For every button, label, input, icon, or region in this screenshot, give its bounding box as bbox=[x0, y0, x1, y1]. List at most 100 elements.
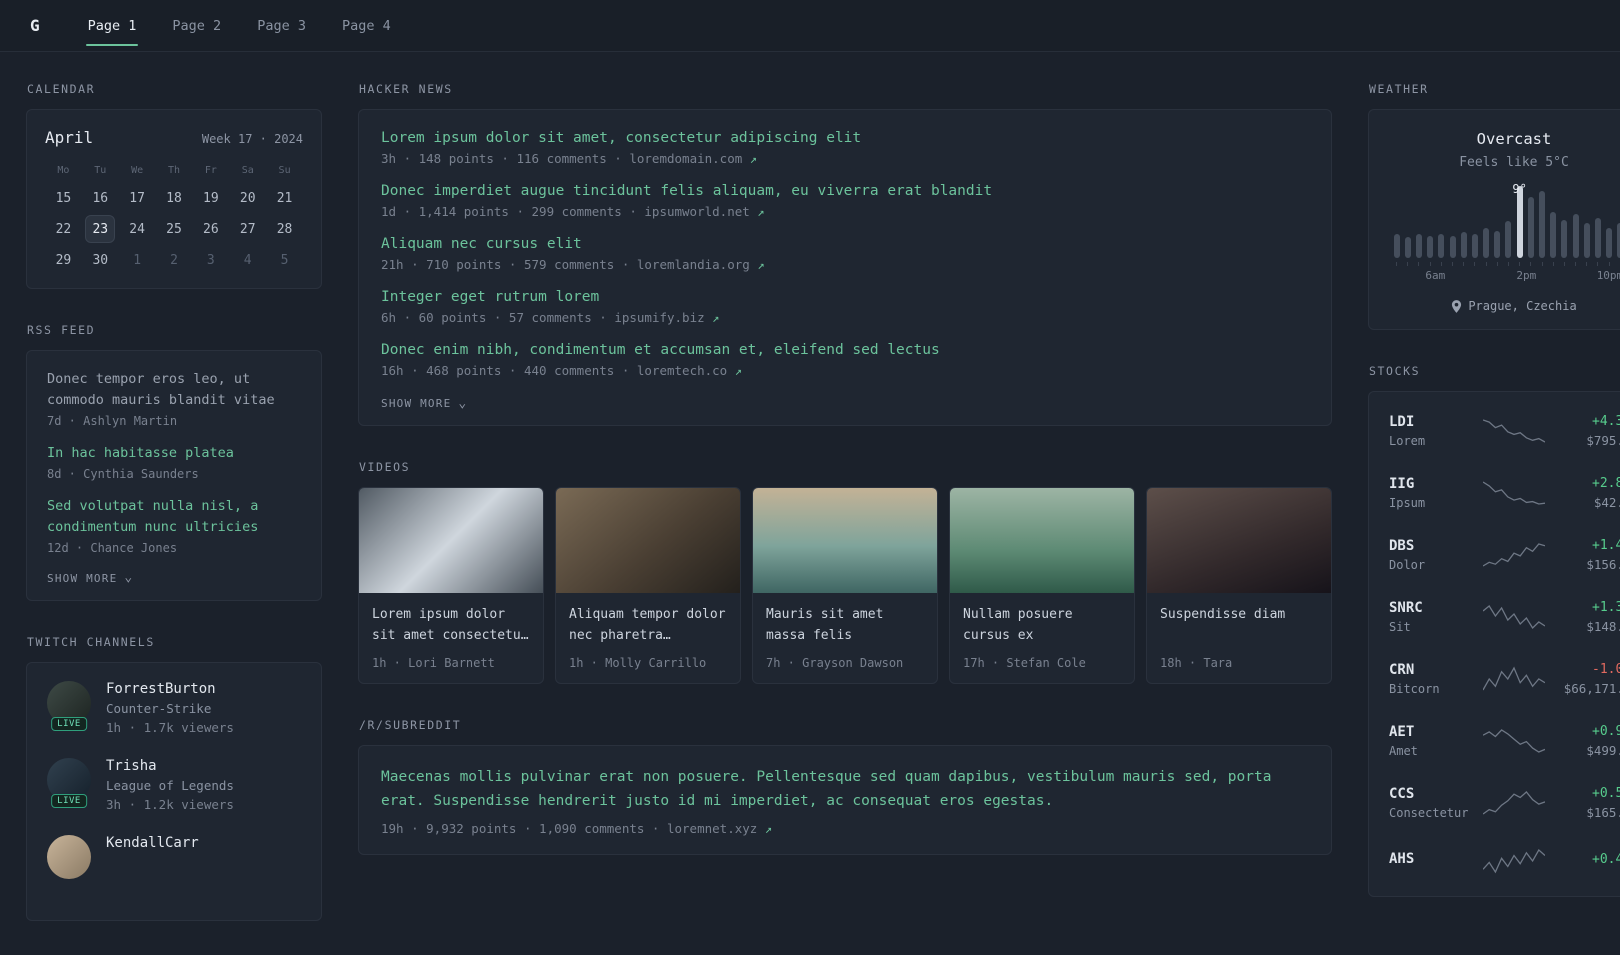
video-card-body: Suspendisse diam 18h · Tara bbox=[1147, 593, 1331, 683]
weather-bar bbox=[1527, 197, 1534, 258]
twitch-channel-item[interactable]: LIVE KendallCarr bbox=[47, 834, 301, 879]
hackernews-item-title[interactable]: Donec enim nibh, condimentum et accumsan… bbox=[381, 342, 1309, 358]
calendar-day: 22 bbox=[55, 221, 72, 237]
stock-row[interactable]: AET Amet +0.92% $499.72 bbox=[1389, 710, 1620, 772]
hackernews-item: Integer eget rutrum lorem 6h · 60 points… bbox=[381, 289, 1309, 325]
hackernews-item-title[interactable]: Integer eget rutrum lorem bbox=[381, 289, 1309, 305]
stock-row[interactable]: CRN Bitcorn -1.00% $66,171.48 bbox=[1389, 648, 1620, 710]
weather-hour-column bbox=[1449, 186, 1456, 266]
external-link-icon[interactable]: ↗ bbox=[757, 205, 764, 219]
video-card[interactable]: Lorem ipsum dolor sit amet consectetu… 1… bbox=[358, 487, 544, 684]
video-card[interactable]: Nullam posuere cursus ex 17h · Stefan Co… bbox=[949, 487, 1135, 684]
weather-condition: Overcast bbox=[1476, 130, 1552, 148]
weather-bar bbox=[1539, 190, 1546, 258]
rss-item: Sed volutpat nulla nisl, a condimentum n… bbox=[47, 496, 301, 555]
rss-item-title[interactable]: Donec tempor eros leo, ut commodo mauris… bbox=[47, 369, 301, 411]
stock-row[interactable]: SNRC Sit +1.36% $148.64 bbox=[1389, 586, 1620, 648]
hackernews-show-more-label: SHOW MORE bbox=[381, 397, 452, 410]
rss-show-more-label: SHOW MORE bbox=[47, 571, 118, 585]
videos-heading: VIDEOS bbox=[359, 460, 411, 474]
hackernews-item-domain[interactable]: ipsumworld.net bbox=[644, 204, 749, 219]
nav-tab[interactable]: Page 2 bbox=[158, 0, 235, 51]
hackernews-item-domain[interactable]: ipsumify.biz bbox=[614, 310, 704, 325]
external-link-icon[interactable]: ↗ bbox=[735, 364, 742, 378]
twitch-channel-meta: 1h · 1.7k viewers bbox=[106, 719, 234, 735]
rss-item-title[interactable]: Sed volutpat nulla nisl, a condimentum n… bbox=[47, 496, 301, 538]
hackernews-item-meta: 3h · 148 points · 116 comments · loremdo… bbox=[381, 151, 1309, 166]
video-card[interactable]: Suspendisse diam 18h · Tara bbox=[1146, 487, 1332, 684]
video-meta: 7h · Grayson Dawson bbox=[766, 656, 904, 670]
hackernews-show-more-button[interactable]: SHOW MORE ⌄ bbox=[381, 395, 468, 411]
weather-card: Overcast Feels like 5°C 9° 6am 2pm 10pm … bbox=[1368, 109, 1620, 330]
weather-hour-column bbox=[1583, 186, 1590, 266]
external-link-icon[interactable]: ↗ bbox=[712, 311, 719, 325]
hackernews-item-domain[interactable]: loremlandia.org bbox=[637, 257, 750, 272]
nav-tabs: Page 1 Page 2 Page 3 Page 4 bbox=[74, 0, 413, 51]
external-link-icon[interactable]: ↗ bbox=[750, 152, 757, 166]
subreddit-post-title[interactable]: Maecenas mollis pulvinar erat non posuer… bbox=[381, 766, 1309, 814]
calendar-day: 3 bbox=[206, 252, 215, 268]
nav-tab[interactable]: Page 4 bbox=[328, 0, 405, 51]
avatar: LIVE bbox=[47, 834, 91, 879]
rss-item-title[interactable]: In hac habitasse platea bbox=[47, 443, 301, 464]
chevron-down-icon: ⌄ bbox=[124, 570, 134, 586]
stock-sparkline bbox=[1483, 848, 1545, 874]
weather-bar bbox=[1550, 211, 1557, 258]
stock-symbol: LDI bbox=[1389, 414, 1415, 430]
calendar-weekday: Su bbox=[278, 165, 291, 176]
stock-symbol: IIG bbox=[1389, 476, 1415, 492]
hackernews-card: Lorem ipsum dolor sit amet, consectetur … bbox=[358, 109, 1332, 426]
nav-tab[interactable]: Page 3 bbox=[243, 0, 320, 51]
stock-price: $42.04 bbox=[1593, 495, 1620, 510]
twitch-channel-item[interactable]: LIVE ForrestBurton Counter-Strike 1h · 1… bbox=[47, 680, 301, 735]
calendar-day: 1 bbox=[133, 252, 142, 268]
twitch-channel-item[interactable]: LIVE Trisha League of Legends 3h · 1.2k … bbox=[47, 757, 301, 812]
weather-hour-column bbox=[1594, 186, 1601, 266]
stock-row[interactable]: DBS Dolor +1.42% $156.28 bbox=[1389, 524, 1620, 586]
stock-symbol: SNRC bbox=[1389, 600, 1423, 616]
hackernews-heading: HACKER NEWS bbox=[359, 82, 453, 96]
stock-price: $148.64 bbox=[1586, 619, 1620, 634]
subreddit-item: Maecenas mollis pulvinar erat non posuer… bbox=[381, 766, 1309, 836]
hackernews-item-title[interactable]: Donec imperdiet augue tincidunt felis al… bbox=[381, 183, 1309, 199]
twitch-channel-info: Trisha League of Legends 3h · 1.2k viewe… bbox=[106, 758, 234, 812]
weather-hour-column bbox=[1404, 186, 1411, 266]
nav-tab[interactable]: Page 1 bbox=[74, 0, 151, 51]
stock-row[interactable]: IIG Ipsum +2.84% $42.04 bbox=[1389, 462, 1620, 524]
rss-item-meta: 8d · Cynthia Saunders bbox=[47, 466, 199, 481]
stock-values: -1.00% $66,171.48 bbox=[1551, 662, 1620, 696]
stocks-section: STOCKS LDI Lorem +4.35% $795.1 bbox=[1368, 364, 1620, 897]
external-link-icon[interactable]: ↗ bbox=[757, 258, 764, 272]
video-card-body: Lorem ipsum dolor sit amet consectetu… 1… bbox=[359, 593, 543, 683]
video-card[interactable]: Mauris sit amet massa felis 7h · Grayson… bbox=[752, 487, 938, 684]
hackernews-item-title[interactable]: Lorem ipsum dolor sit amet, consectetur … bbox=[381, 130, 1309, 146]
calendar-day: 5 bbox=[280, 252, 289, 268]
rss-heading: RSS FEED bbox=[27, 323, 96, 337]
weather-section: WEATHER Overcast Feels like 5°C 9° 6am 2… bbox=[1368, 82, 1620, 330]
hackernews-item-domain[interactable]: loremdomain.com bbox=[629, 151, 742, 166]
stock-symbol: AET bbox=[1389, 724, 1415, 740]
stock-row[interactable]: LDI Lorem +4.35% $795.18 bbox=[1389, 400, 1620, 462]
external-link-icon[interactable]: ↗ bbox=[765, 822, 772, 836]
stock-change: +2.84% bbox=[1592, 476, 1620, 491]
video-title: Nullam posuere cursus ex bbox=[963, 607, 1073, 643]
weather-hour-column bbox=[1538, 186, 1546, 266]
stock-name: Sit bbox=[1389, 620, 1411, 634]
stock-row[interactable]: CCS Consectetur +0.51% $165.84 bbox=[1389, 772, 1620, 834]
rss-show-more-button[interactable]: SHOW MORE ⌄ bbox=[47, 570, 134, 586]
weather-hour-column bbox=[1427, 186, 1434, 266]
avatar: LIVE bbox=[47, 680, 91, 731]
right-column: WEATHER Overcast Feels like 5°C 9° 6am 2… bbox=[1368, 82, 1620, 931]
location-pin-icon bbox=[1452, 299, 1462, 313]
stock-row[interactable]: AHS +0.46% bbox=[1389, 834, 1620, 888]
app-logo[interactable]: G bbox=[30, 16, 40, 35]
stock-name: Dolor bbox=[1389, 558, 1426, 572]
subreddit-post-domain[interactable]: loremnet.xyz bbox=[667, 821, 757, 836]
hackernews-item-meta: 16h · 468 points · 440 comments · loremt… bbox=[381, 363, 1309, 378]
chevron-down-icon: ⌄ bbox=[458, 395, 468, 411]
weather-bar bbox=[1505, 221, 1512, 258]
hackernews-item-title[interactable]: Aliquam nec cursus elit bbox=[381, 236, 1309, 252]
video-card[interactable]: Aliquam tempor dolor nec pharetra… 1h · … bbox=[555, 487, 741, 684]
stock-sparkline bbox=[1483, 791, 1545, 815]
hackernews-item-domain[interactable]: loremtech.co bbox=[637, 363, 727, 378]
